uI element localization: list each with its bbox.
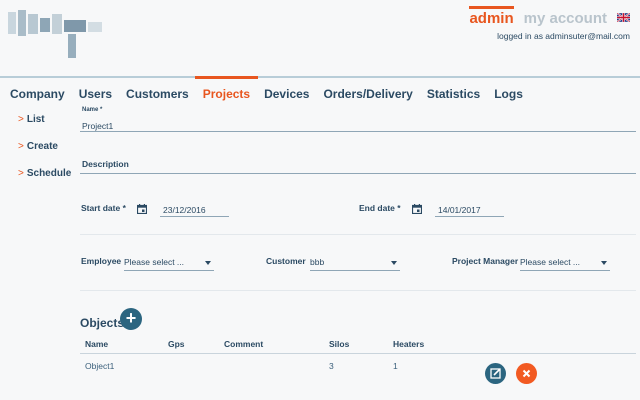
nav-item-customers[interactable]: Customers (126, 87, 189, 101)
logo (8, 8, 104, 60)
nav-item-company[interactable]: Company (10, 87, 65, 101)
table-header-divider (80, 353, 636, 354)
nav-item-orders-delivery[interactable]: Orders/Delivery (323, 87, 412, 101)
start-date-label: Start date * (81, 203, 126, 213)
main-nav: Company Users Customers Projects Devices… (10, 76, 537, 101)
tab-my-account[interactable]: my account (524, 6, 607, 27)
account-tabs: admin my account (469, 6, 630, 27)
edit-icon (490, 368, 501, 379)
nav-item-devices[interactable]: Devices (264, 87, 309, 101)
plus-icon: + (125, 308, 137, 328)
chevron-down-icon (205, 261, 211, 265)
nav-item-users[interactable]: Users (79, 87, 112, 101)
employee-select[interactable]: Please select ... (124, 257, 214, 271)
name-underline (80, 131, 636, 132)
uk-flag-icon[interactable] (617, 13, 630, 22)
column-header-heaters: Heaters (393, 339, 425, 349)
nav-divider (0, 76, 640, 78)
chevron-right-icon: > (18, 168, 24, 179)
nav-item-statistics[interactable]: Statistics (427, 87, 480, 101)
end-date-label: End date * (359, 203, 401, 213)
project-manager-label: Project Manager (452, 256, 519, 266)
tab-admin[interactable]: admin (469, 6, 514, 27)
close-icon (522, 369, 531, 378)
description-underline (80, 173, 636, 174)
chevron-right-icon: > (18, 141, 24, 152)
description-field[interactable]: Description (82, 159, 129, 169)
delete-object-button[interactable] (516, 363, 537, 384)
calendar-icon[interactable] (137, 204, 147, 214)
chevron-down-icon (391, 261, 397, 265)
name-label: Name * (82, 107, 103, 113)
customer-select[interactable]: bbb (310, 257, 400, 271)
column-header-silos: Silos (329, 339, 350, 349)
section-divider (80, 290, 636, 291)
start-date-input[interactable]: 23/12/2016 (163, 205, 206, 215)
logged-in-text: logged in as adminsuter@mail.com (497, 31, 630, 41)
name-input[interactable]: Project1 (82, 121, 113, 131)
project-manager-select[interactable]: Please select ... (520, 257, 610, 271)
column-header-comment: Comment (224, 339, 264, 349)
start-date-underline (160, 216, 229, 217)
section-divider (80, 234, 636, 235)
nav-item-logs[interactable]: Logs (494, 87, 523, 101)
chevron-down-icon (601, 261, 607, 265)
cell-heaters: 1 (393, 361, 398, 371)
column-header-gps: Gps (168, 339, 185, 349)
cell-silos: 3 (329, 361, 334, 371)
sidebar: > List > Create > Schedule (18, 114, 71, 195)
cell-name: Object1 (85, 361, 115, 371)
column-header-name: Name (85, 339, 109, 349)
customer-label: Customer (266, 256, 306, 266)
sidebar-item-schedule[interactable]: > Schedule (18, 168, 71, 195)
add-object-button[interactable]: + (120, 308, 142, 330)
edit-object-button[interactable] (485, 363, 506, 384)
end-date-underline (435, 216, 504, 217)
sidebar-item-create[interactable]: > Create (18, 141, 71, 168)
sidebar-item-list[interactable]: > List (18, 114, 71, 141)
employee-label: Employee (81, 256, 122, 266)
end-date-input[interactable]: 14/01/2017 (438, 205, 481, 215)
calendar-icon[interactable] (412, 204, 422, 214)
objects-title: Objects (80, 316, 125, 330)
chevron-right-icon: > (18, 114, 24, 125)
nav-item-projects[interactable]: Projects (194, 76, 259, 101)
